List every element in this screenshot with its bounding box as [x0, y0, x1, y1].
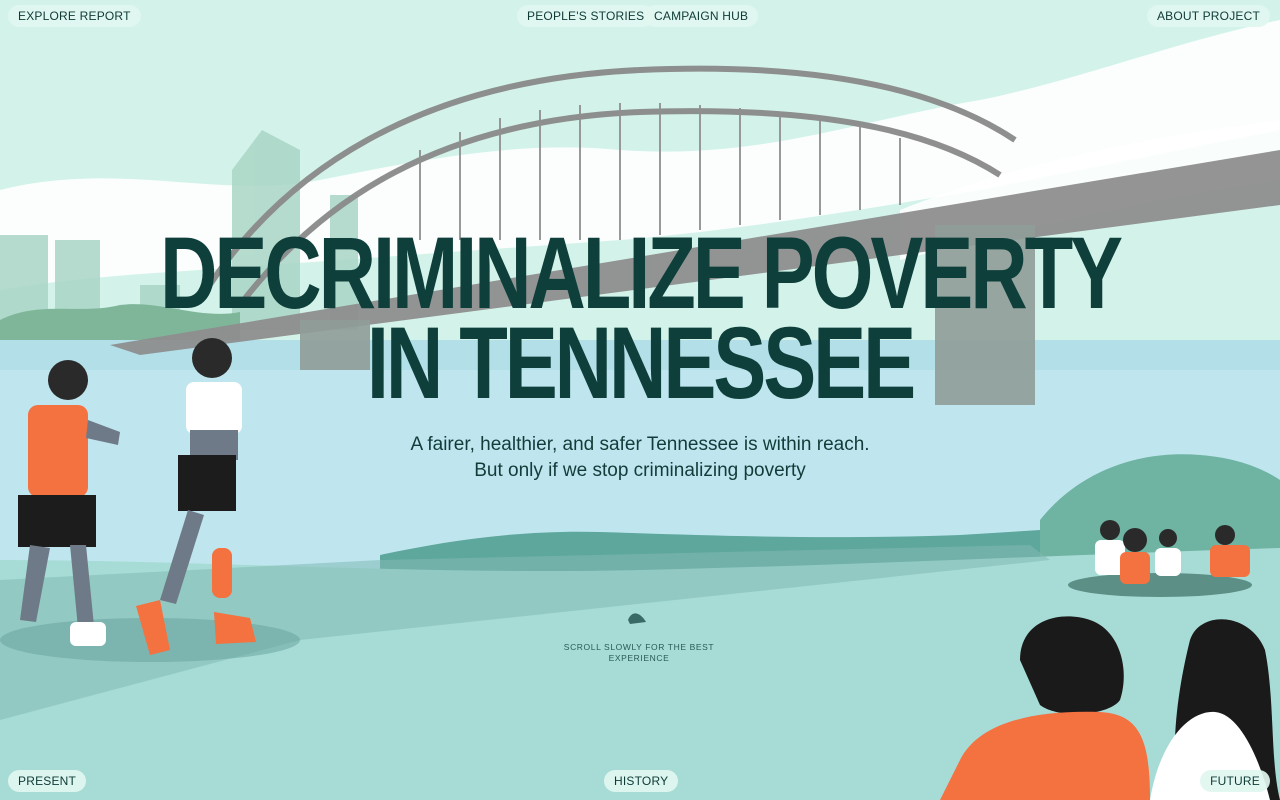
present-link[interactable]: PRESENT: [8, 770, 87, 792]
hero-subtitle: A fairer, healthier, and safer Tennessee…: [0, 432, 1280, 484]
campaign-hub-link[interactable]: CAMPAIGN HUB: [644, 5, 759, 27]
future-link[interactable]: FUTURE: [1200, 770, 1270, 792]
explore-report-link[interactable]: EXPLORE REPORT: [8, 5, 141, 27]
subtitle-line-1: A fairer, healthier, and safer Tennessee…: [410, 434, 870, 455]
peoples-stories-link[interactable]: PEOPLE'S STORIES: [517, 5, 655, 27]
page-title: DECRIMINALIZE POVERTY IN TENNESSEE: [0, 216, 1280, 420]
title-line-2: IN TENNESSEE: [366, 306, 916, 420]
about-project-link[interactable]: ABOUT PROJECT: [1146, 5, 1270, 27]
title-line-1: DECRIMINALIZE POVERTY: [160, 216, 1123, 330]
history-link[interactable]: HISTORY: [604, 770, 679, 792]
subtitle-line-2: But only if we stop criminalizing povert…: [474, 460, 806, 481]
scroll-hint: SCROLL SLOWLY FOR THE BEST EXPERIENCE: [563, 642, 715, 663]
